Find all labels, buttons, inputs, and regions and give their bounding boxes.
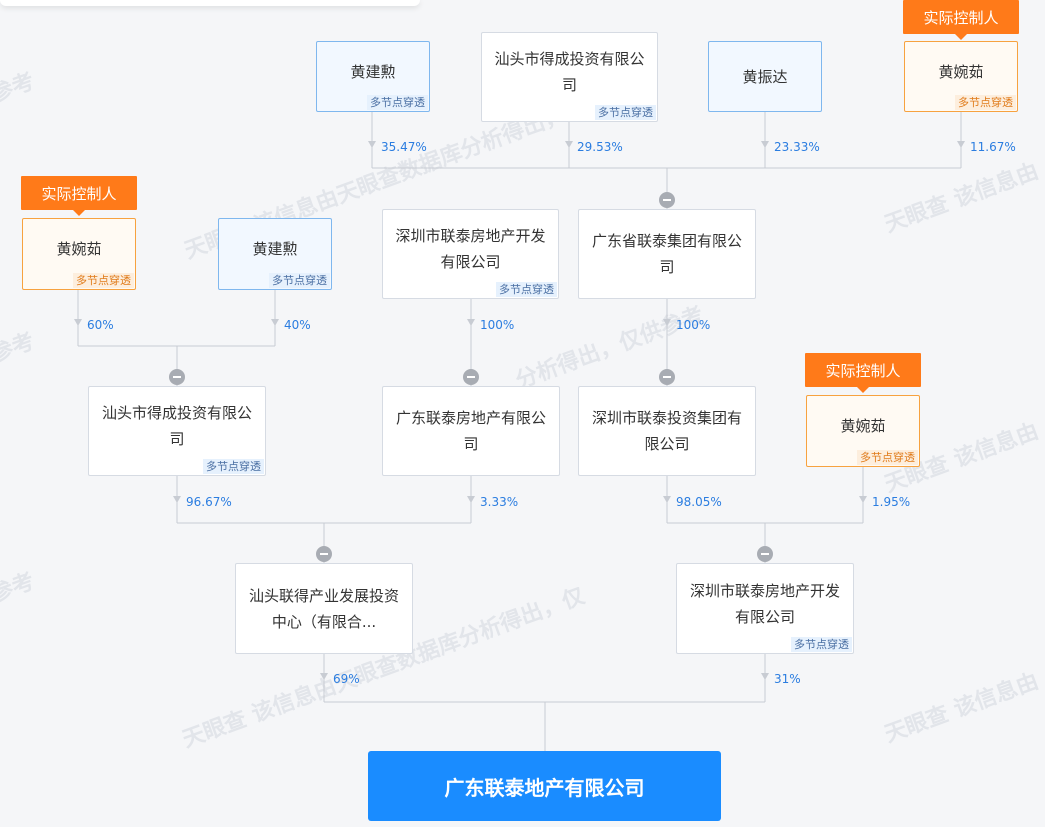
shareholder-node[interactable]: 黄婉茹 多节点穿透 — [22, 218, 136, 290]
shareholder-node[interactable]: 深圳市联泰房地产开发有限公司 多节点穿透 — [676, 563, 854, 654]
shareholder-node[interactable]: 深圳市联泰房地产开发有限公司 多节点穿透 — [382, 209, 559, 299]
share-percent: 3.33% — [480, 495, 519, 509]
target-company-name: 广东联泰地产有限公司 — [444, 775, 645, 800]
collapse-icon[interactable] — [316, 546, 332, 562]
node-name: 深圳市联泰房地产开发有限公司 — [395, 227, 546, 271]
node-name: 汕头联得产业发展投资中心（有限合... — [248, 586, 399, 631]
collapse-icon[interactable] — [659, 192, 675, 208]
multi-node-tag[interactable]: 多节点穿透 — [791, 637, 852, 652]
multi-node-tag[interactable]: 多节点穿透 — [269, 273, 330, 288]
node-name: 黄建勲 — [350, 62, 396, 81]
multi-node-tag[interactable]: 多节点穿透 — [73, 273, 134, 288]
share-percent: 98.05% — [676, 495, 722, 509]
share-percent: 100% — [676, 318, 711, 332]
shareholder-node[interactable]: 广东省联泰集团有限公司 — [578, 209, 756, 299]
share-percent: 60% — [87, 318, 114, 332]
node-name: 广东联泰房地产有限公司 — [395, 409, 546, 453]
collapse-icon[interactable] — [463, 369, 479, 385]
share-percent: 31% — [774, 672, 801, 686]
actual-controller-badge: 实际控制人 — [805, 353, 921, 393]
multi-node-tag[interactable]: 多节点穿透 — [857, 450, 918, 465]
share-percent: 69% — [333, 672, 360, 686]
share-percent: 23.33% — [774, 140, 820, 154]
shareholder-node[interactable]: 汕头市得成投资有限公司 多节点穿透 — [88, 386, 266, 476]
multi-node-tag[interactable]: 多节点穿透 — [496, 282, 557, 297]
share-percent: 11.67% — [970, 140, 1016, 154]
node-name: 黄婉茹 — [840, 417, 886, 435]
share-percent: 1.95% — [872, 495, 911, 509]
collapse-icon[interactable] — [659, 369, 675, 385]
collapse-icon[interactable] — [757, 546, 773, 562]
target-company-node[interactable]: 广东联泰地产有限公司 — [368, 751, 721, 821]
share-percent: 96.67% — [186, 495, 232, 509]
share-percent: 35.47% — [381, 140, 427, 154]
shareholder-node[interactable]: 黄振达 — [708, 41, 822, 112]
share-percent: 29.53% — [577, 140, 623, 154]
multi-node-tag[interactable]: 多节点穿透 — [955, 95, 1016, 110]
node-name: 汕头市得成投资有限公司 — [494, 50, 645, 94]
node-name: 黄建勲 — [252, 240, 298, 258]
shareholder-node[interactable]: 广东联泰房地产有限公司 — [382, 386, 560, 476]
shareholder-node[interactable]: 黄婉茹 多节点穿透 — [904, 41, 1018, 112]
node-name: 黄婉茹 — [938, 62, 984, 81]
shareholder-node[interactable]: 汕头市得成投资有限公司 多节点穿透 — [481, 32, 658, 122]
share-percent: 100% — [480, 318, 515, 332]
node-name: 黄婉茹 — [56, 240, 102, 258]
shareholder-node[interactable]: 黄婉茹 多节点穿透 — [806, 395, 920, 467]
shareholder-node[interactable]: 黄建勲 多节点穿透 — [218, 218, 332, 290]
multi-node-tag[interactable]: 多节点穿透 — [367, 95, 428, 110]
share-percent: 40% — [284, 318, 311, 332]
actual-controller-badge: 实际控制人 — [21, 176, 137, 216]
node-name: 黄振达 — [742, 67, 788, 86]
multi-node-tag[interactable]: 多节点穿透 — [595, 105, 656, 120]
collapse-icon[interactable] — [169, 369, 185, 385]
shareholder-node[interactable]: 汕头联得产业发展投资中心（有限合... — [235, 563, 413, 654]
node-name: 深圳市联泰房地产开发有限公司 — [689, 581, 840, 626]
node-name: 广东省联泰集团有限公司 — [591, 232, 742, 276]
multi-node-tag[interactable]: 多节点穿透 — [203, 459, 264, 474]
shareholder-node[interactable]: 深圳市联泰投资集团有限公司 — [578, 386, 756, 476]
shareholder-node[interactable]: 黄建勲 多节点穿透 — [316, 41, 430, 112]
actual-controller-badge: 实际控制人 — [903, 0, 1019, 40]
node-name: 深圳市联泰投资集团有限公司 — [591, 409, 742, 453]
node-name: 汕头市得成投资有限公司 — [101, 404, 252, 448]
